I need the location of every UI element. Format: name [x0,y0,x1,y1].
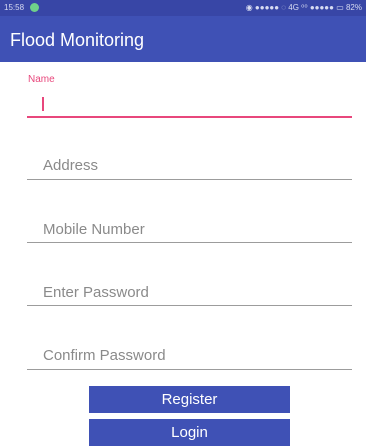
mobile-number-field[interactable]: Mobile Number [27,213,352,245]
app-title: Flood Monitoring [10,30,145,50]
name-label: Name [28,74,55,85]
status-time: 15:58 [4,3,25,12]
status-indicators: ◉ ●●●●● ◌ 4G ⁰⁰ ●●●●● ▭ 82% [246,3,362,12]
status-bar: 15:58 ◉ ●●●●● ◌ 4G ⁰⁰ ●●●●● ▭ 82% [0,0,366,16]
mobile-underline [27,242,352,243]
status-right-text: ◉ ●●●●● ◌ 4G ⁰⁰ ●●●●● ▭ 82% [245,3,362,12]
name-field[interactable]: Name [27,74,352,118]
name-underline [27,116,352,118]
address-underline [27,179,352,180]
address-placeholder: Address [43,157,99,174]
confirm-password-field[interactable]: Confirm Password [27,339,352,372]
address-field[interactable]: Address [27,150,352,182]
password-placeholder: Enter Password [43,284,149,301]
confirm-password-underline [27,369,352,370]
password-field[interactable]: Enter Password [27,276,352,308]
mobile-placeholder: Mobile Number [43,221,145,238]
app-bar: Flood Monitoring [0,16,366,62]
password-underline [27,305,352,306]
register-button[interactable]: Register [89,386,290,413]
text-cursor [42,97,44,111]
app-notification-icon [30,3,39,12]
login-button[interactable]: Login [89,419,290,446]
confirm-password-placeholder: Confirm Password [43,347,166,364]
